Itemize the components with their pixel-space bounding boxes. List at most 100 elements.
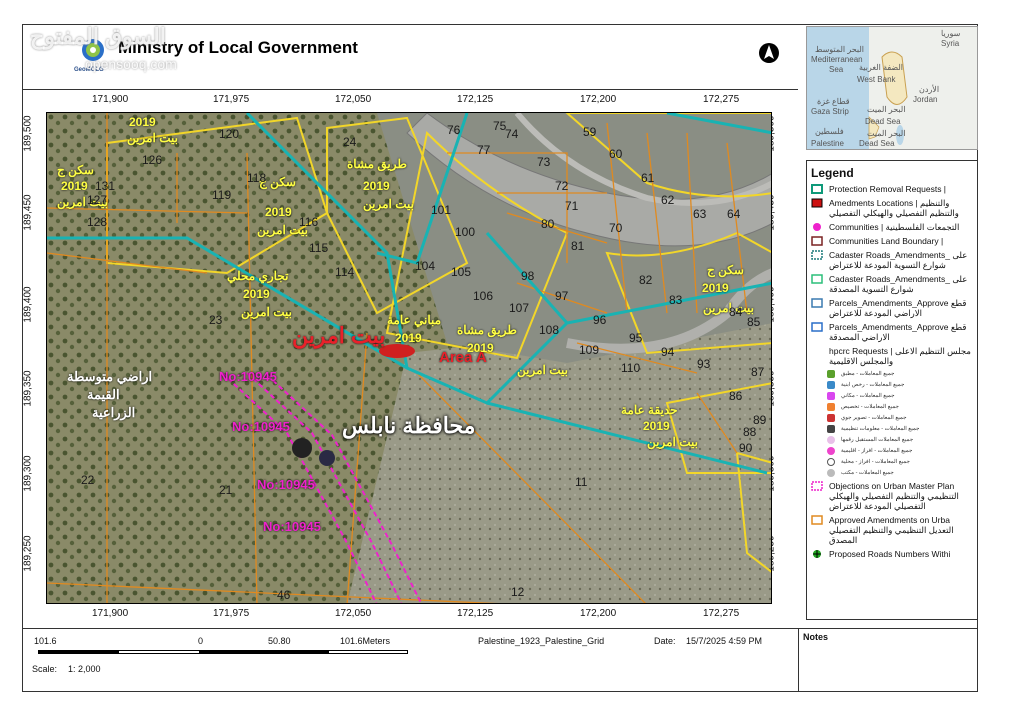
objection-label[interactable]: No:10945 bbox=[257, 477, 315, 492]
x-tick-bottom: 172,125 bbox=[457, 608, 494, 619]
zone-label: 2019 bbox=[363, 179, 390, 193]
parcel-number: 119 bbox=[212, 188, 232, 202]
parcel-number: 126 bbox=[142, 153, 163, 167]
zone-label: طريق مشاة bbox=[457, 323, 517, 337]
inset-label-westbank-ar: الضفة الغربية bbox=[859, 63, 904, 72]
community-boundary-icon bbox=[811, 236, 823, 246]
parcel-number: 110 bbox=[621, 361, 641, 375]
x-tick-top: 172,125 bbox=[457, 94, 494, 105]
zone-label: 2019 bbox=[702, 281, 729, 295]
parcel-number: 24 bbox=[343, 135, 357, 149]
parcel-number: 114 bbox=[335, 265, 355, 279]
inset-label-med: Mediterranean bbox=[811, 55, 863, 64]
legend-item: Objections on Urban Master Plan التنظيمي… bbox=[811, 481, 977, 511]
objection-icon bbox=[811, 481, 823, 491]
x-tick-bottom: 171,975 bbox=[213, 608, 250, 619]
objection-label[interactable]: No:10945 bbox=[263, 519, 321, 534]
parcel-number: 118 bbox=[247, 171, 267, 185]
inset-label-jordan-ar: الأردن bbox=[919, 85, 940, 94]
parcel-number: 85 bbox=[747, 315, 761, 329]
status-dot-icon bbox=[827, 392, 835, 400]
date-value: 15/7/2025 4:59 PM bbox=[686, 636, 763, 646]
zone-label: بيت امرين bbox=[241, 305, 292, 319]
parcel-number: 94 bbox=[661, 345, 675, 359]
zone-label: 2019 bbox=[467, 341, 494, 355]
parcel-number: 109 bbox=[579, 343, 600, 357]
parcel-number: 23 bbox=[209, 313, 223, 327]
cadaster-roads-approved-icon bbox=[811, 274, 823, 284]
parcel-number: 116 bbox=[299, 215, 319, 229]
legend-sub-item: جميع المعاملات - تخصيص bbox=[827, 403, 977, 411]
footer-bar bbox=[22, 628, 798, 692]
agri-label-2: القيمة bbox=[87, 387, 120, 402]
x-tick-top: 172,200 bbox=[580, 94, 617, 105]
zone-label: حديقة عامة bbox=[621, 403, 678, 417]
zone-label: 2019 bbox=[395, 331, 422, 345]
zone-label: تجاري محلي bbox=[227, 269, 289, 283]
protection-removal-icon bbox=[811, 184, 823, 194]
legend-item: Communities | التجمعات الفلسطينية bbox=[811, 222, 977, 232]
legend-item: Approved Amendments on Urba التعديل التن… bbox=[811, 515, 977, 545]
village-label: بيت امرين bbox=[292, 323, 386, 348]
parcel-number: 80 bbox=[541, 217, 555, 231]
inset-map: سوريا Syria البحر المتوسط Mediterranean … bbox=[806, 26, 978, 150]
x-tick-bottom: 172,200 bbox=[580, 608, 617, 619]
zone-label: 2019 bbox=[61, 179, 88, 193]
x-tick-top: 171,975 bbox=[213, 94, 250, 105]
legend-item: Amedments Locations | والتنظيم والتنظيم … bbox=[811, 198, 977, 218]
parcel-number: 90 bbox=[739, 441, 753, 455]
parcel-number: 98 bbox=[521, 269, 535, 283]
parcel-number: 83 bbox=[669, 293, 683, 307]
inset-label-pal-ar: فلسطين bbox=[815, 127, 844, 136]
inset-label-deadsea-ar: البحر الميت bbox=[867, 105, 906, 114]
inset-label-westbank: West Bank bbox=[857, 75, 896, 84]
parcel-number: 62 bbox=[661, 193, 675, 207]
community-dot-icon bbox=[813, 223, 821, 231]
parcel-number: 82 bbox=[639, 273, 653, 287]
parcel-number: 101 bbox=[431, 203, 452, 217]
status-dot-icon bbox=[827, 458, 835, 466]
map-canvas[interactable]: محافظة نابلس بيت امرين Area A اراضي متوس… bbox=[46, 112, 772, 604]
legend-sub-item: جميع المعاملات - افراز - اقليمية bbox=[827, 447, 977, 455]
inset-label-palestine: Palestine bbox=[811, 139, 844, 148]
y-tick-left: 189,250 bbox=[22, 535, 34, 572]
parcel-number: 76 bbox=[447, 123, 461, 137]
zone-label: بيت امرين bbox=[647, 435, 698, 449]
status-dot-icon bbox=[827, 403, 835, 411]
legend-title: Legend bbox=[811, 166, 854, 180]
parcel-number: 71 bbox=[565, 199, 579, 213]
parcel-number: 88 bbox=[743, 425, 757, 439]
inset-label-jordan: Jordan bbox=[913, 95, 938, 104]
legend-item: Parcels_Amendments_Approve قطع الاراضي ا… bbox=[811, 298, 977, 318]
legend-sub-item: جميع المعاملات - مطبق bbox=[827, 370, 977, 378]
parcel-number: 107 bbox=[509, 301, 530, 315]
zone-label: سكن ج bbox=[57, 163, 94, 177]
legend-item: Communities Land Boundary | bbox=[811, 236, 977, 246]
legend-sub-item: جميع المعاملات المستقبل رقمها bbox=[827, 436, 977, 444]
notes-label: Notes bbox=[803, 632, 829, 642]
inset-label-gaza-ar: قطاع غزة bbox=[817, 97, 850, 106]
agri-label-3: الزراعية bbox=[92, 405, 136, 420]
parcel-number: 81 bbox=[571, 239, 585, 253]
parcel-number: 77 bbox=[477, 143, 491, 157]
parcel-number: 86 bbox=[729, 389, 743, 403]
zone-label: بيت امرين bbox=[517, 363, 568, 377]
parcel-number: 105 bbox=[451, 265, 472, 279]
scale-bar bbox=[38, 650, 408, 654]
parcel-number: 100 bbox=[455, 225, 476, 239]
parcel-number: 115 bbox=[309, 241, 329, 255]
legend-sub-item: جميع المعاملات - مكاني bbox=[827, 392, 977, 400]
legend-sub-item: جميع المعاملات - تصوير جوي bbox=[827, 414, 977, 422]
legend-item: Parcels_Amendments_Approve قطع الاراضي ا… bbox=[811, 322, 977, 342]
parcel-number: 74 bbox=[505, 127, 519, 141]
objection-label[interactable]: No:10945 bbox=[219, 369, 277, 384]
parcel-number: 93 bbox=[697, 357, 711, 371]
scale-left-label: 101.6 bbox=[34, 636, 57, 646]
parcel-number: 97 bbox=[555, 289, 569, 303]
hpcrc-spacer bbox=[811, 346, 823, 356]
status-dot-icon bbox=[827, 447, 835, 455]
parcel-number: 11 bbox=[575, 475, 588, 489]
zone-label: بيت امرين bbox=[363, 197, 414, 211]
objection-label[interactable]: No:10945 bbox=[232, 419, 290, 434]
parcel-number: 131 bbox=[95, 179, 116, 193]
